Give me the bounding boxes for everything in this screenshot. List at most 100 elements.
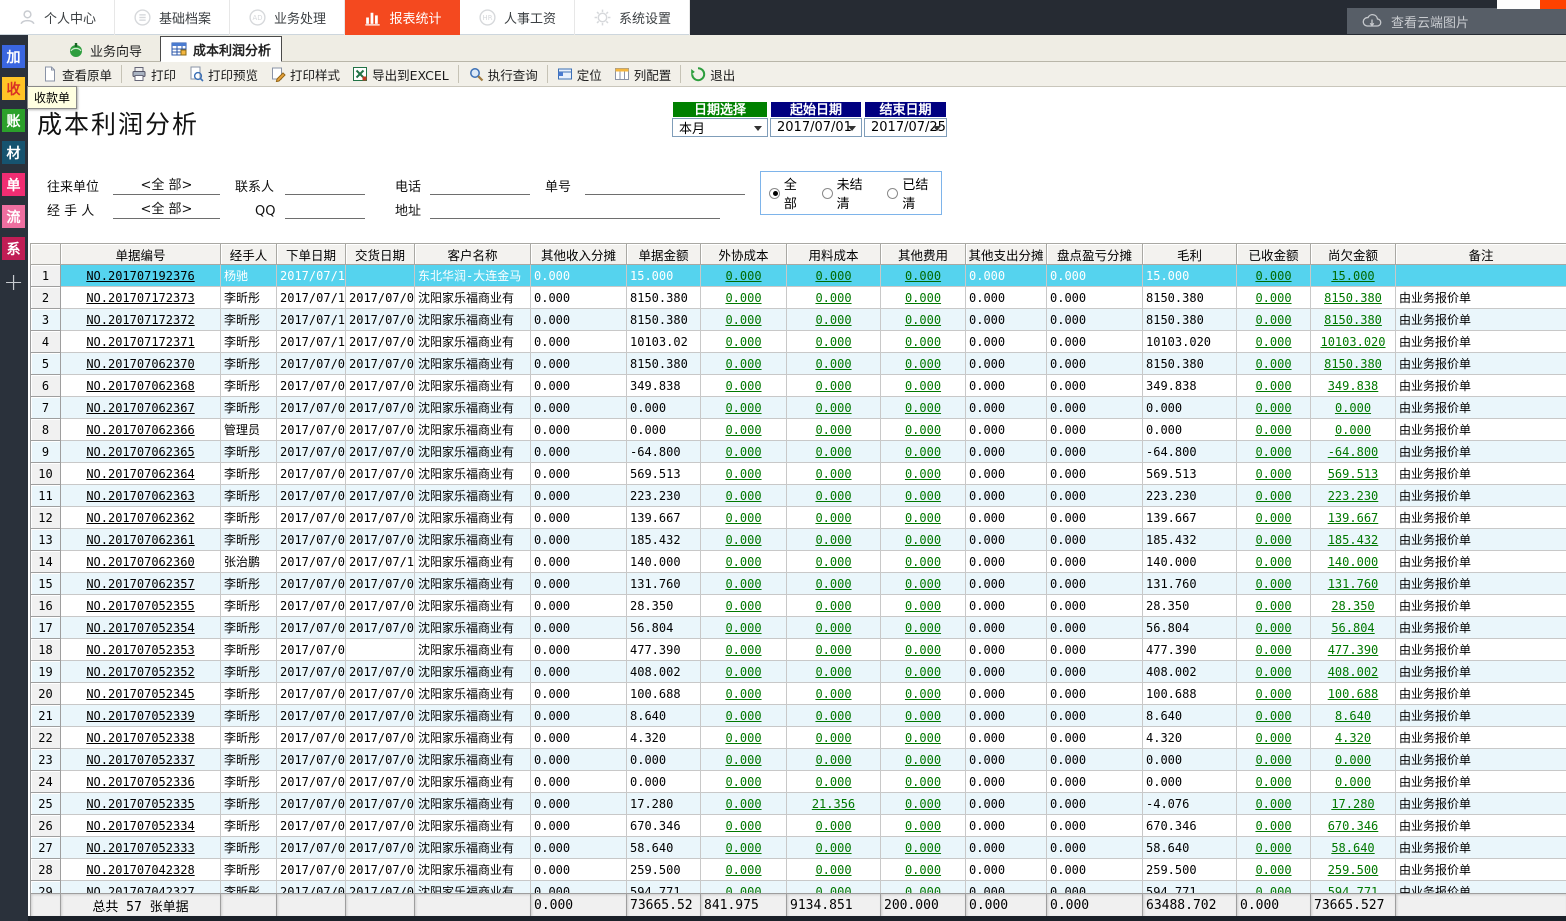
amount-link[interactable]: 0.000	[787, 375, 881, 397]
amount-link[interactable]: 0.000	[1311, 397, 1396, 419]
amount-link[interactable]: 0.000	[787, 727, 881, 749]
toolbar-button-打印预览[interactable]: 打印预览	[182, 63, 264, 85]
sidebar-shortcut-流[interactable]: 流	[2, 205, 25, 228]
table-row[interactable]: 13NO.201707062361李昕彤2017/07/02017/07/0沈阳…	[31, 529, 1566, 551]
amount-link[interactable]: 0.000	[1237, 441, 1311, 463]
doc-number-link[interactable]: NO.201707062357	[61, 573, 221, 595]
nav-item-报表统计[interactable]: 报表统计	[345, 0, 460, 35]
amount-link[interactable]: 0.000	[881, 265, 966, 287]
amount-link[interactable]: 0.000	[787, 617, 881, 639]
table-row[interactable]: 9NO.201707062365李昕彤2017/07/02017/07/0沈阳家…	[31, 441, 1566, 463]
doc-number-link[interactable]: NO.201707062366	[61, 419, 221, 441]
col-header-盘点盈亏分摊[interactable]: 盘点盈亏分摊	[1047, 244, 1143, 265]
amount-link[interactable]: 0.000	[881, 705, 966, 727]
amount-link[interactable]: 0.000	[787, 881, 881, 894]
amount-link[interactable]: 0.000	[701, 419, 787, 441]
amount-link[interactable]: 0.000	[701, 727, 787, 749]
filter-input-地址[interactable]	[430, 200, 720, 219]
table-row[interactable]: 24NO.201707052336李昕彤2017/07/02017/07/0沈阳…	[31, 771, 1566, 793]
amount-link[interactable]: 0.000	[787, 419, 881, 441]
amount-link[interactable]: 0.000	[881, 353, 966, 375]
amount-link[interactable]: 28.350	[1311, 595, 1396, 617]
amount-link[interactable]: 0.000	[881, 859, 966, 881]
amount-link[interactable]: 0.000	[881, 309, 966, 331]
amount-link[interactable]: 56.804	[1311, 617, 1396, 639]
amount-link[interactable]: 0.000	[787, 837, 881, 859]
doc-number-link[interactable]: NO.201707052354	[61, 617, 221, 639]
amount-link[interactable]: 0.000	[1237, 529, 1311, 551]
table-row[interactable]: 16NO.201707052355李昕彤2017/07/02017/07/0沈阳…	[31, 595, 1566, 617]
amount-link[interactable]: 0.000	[701, 507, 787, 529]
amount-link[interactable]: 0.000	[701, 485, 787, 507]
amount-link[interactable]: 0.000	[881, 463, 966, 485]
doc-number-link[interactable]: NO.201707052333	[61, 837, 221, 859]
amount-link[interactable]: 0.000	[701, 463, 787, 485]
view-cloud-images-button[interactable]: 查看云端图片	[1347, 8, 1566, 34]
filter-input-往来单位[interactable]: <全 部>	[113, 176, 220, 195]
col-header-外协成本[interactable]: 外协成本	[701, 244, 787, 265]
amount-link[interactable]: 0.000	[881, 529, 966, 551]
doc-number-link[interactable]: NO.201707062362	[61, 507, 221, 529]
amount-link[interactable]: 0.000	[1237, 485, 1311, 507]
amount-link[interactable]: 8150.380	[1311, 353, 1396, 375]
doc-number-link[interactable]: NO.201707192376	[61, 265, 221, 287]
amount-link[interactable]: 0.000	[1237, 287, 1311, 309]
table-row[interactable]: 29NO.201707042327李昕彤2017/07/02017/07/0沈阳…	[31, 881, 1566, 894]
amount-link[interactable]: 0.000	[701, 331, 787, 353]
amount-link[interactable]: 0.000	[787, 683, 881, 705]
toolbar-button-打印[interactable]: 打印	[125, 63, 182, 85]
amount-link[interactable]: 0.000	[701, 837, 787, 859]
corner-red-badge[interactable]	[1540, 0, 1566, 9]
amount-link[interactable]: 0.000	[1237, 881, 1311, 894]
table-row[interactable]: 10NO.201707062364李昕彤2017/07/02017/07/0沈阳…	[31, 463, 1566, 485]
toolbar-button-导出到EXCEL[interactable]: 导出到EXCEL	[346, 63, 455, 85]
amount-link[interactable]: 0.000	[787, 397, 881, 419]
amount-link[interactable]: 0.000	[787, 463, 881, 485]
col-header-用料成本[interactable]: 用料成本	[787, 244, 881, 265]
nav-item-人事工资[interactable]: HR 人事工资	[460, 0, 575, 35]
toolbar-button-列配置[interactable]: 列配置	[608, 63, 678, 85]
amount-link[interactable]: 259.500	[1311, 859, 1396, 881]
doc-number-link[interactable]: NO.201707052338	[61, 727, 221, 749]
amount-link[interactable]: 0.000	[701, 881, 787, 894]
col-header-rownum[interactable]	[31, 244, 61, 265]
toolbar-button-查看原单[interactable]: 查看原单	[36, 63, 118, 85]
amount-link[interactable]: 0.000	[1237, 815, 1311, 837]
amount-link[interactable]: 0.000	[881, 683, 966, 705]
amount-link[interactable]: 0.000	[701, 749, 787, 771]
col-header-毛利[interactable]: 毛利	[1143, 244, 1237, 265]
table-row[interactable]: 14NO.201707062360张治鹏2017/07/02017/07/1沈阳…	[31, 551, 1566, 573]
table-row[interactable]: 21NO.201707052339李昕彤2017/07/02017/07/0沈阳…	[31, 705, 1566, 727]
amount-link[interactable]: 0.000	[881, 507, 966, 529]
amount-link[interactable]: 0.000	[701, 441, 787, 463]
amount-link[interactable]: 8.640	[1311, 705, 1396, 727]
amount-link[interactable]: 0.000	[881, 573, 966, 595]
toolbar-button-定位[interactable]: 定位	[551, 63, 608, 85]
doc-number-link[interactable]: NO.201707062368	[61, 375, 221, 397]
amount-link[interactable]: 21.356	[787, 793, 881, 815]
amount-link[interactable]: 0.000	[701, 705, 787, 727]
amount-link[interactable]: 0.000	[701, 815, 787, 837]
doc-number-link[interactable]: NO.201707052345	[61, 683, 221, 705]
amount-link[interactable]: 0.000	[1237, 727, 1311, 749]
doc-number-link[interactable]: NO.201707062370	[61, 353, 221, 375]
amount-link[interactable]: 58.640	[1311, 837, 1396, 859]
table-row[interactable]: 17NO.201707052354李昕彤2017/07/02017/07/0沈阳…	[31, 617, 1566, 639]
amount-link[interactable]: 0.000	[1237, 859, 1311, 881]
amount-link[interactable]: 0.000	[701, 859, 787, 881]
amount-link[interactable]: 8150.380	[1311, 287, 1396, 309]
status-radio-未结清[interactable]: 未结清	[822, 174, 876, 212]
amount-link[interactable]: 594.771	[1311, 881, 1396, 894]
amount-link[interactable]: 0.000	[1237, 639, 1311, 661]
amount-link[interactable]: 0.000	[1237, 463, 1311, 485]
doc-number-link[interactable]: NO.201707062364	[61, 463, 221, 485]
table-row[interactable]: 8NO.201707062366管理员2017/07/02017/07/0沈阳家…	[31, 419, 1566, 441]
amount-link[interactable]: 0.000	[881, 771, 966, 793]
amount-link[interactable]: 0.000	[787, 353, 881, 375]
amount-link[interactable]: 0.000	[881, 881, 966, 894]
amount-link[interactable]: 477.390	[1311, 639, 1396, 661]
amount-link[interactable]: 0.000	[701, 595, 787, 617]
amount-link[interactable]: 0.000	[701, 771, 787, 793]
doc-number-link[interactable]: NO.201707062365	[61, 441, 221, 463]
sidebar-shortcut-加[interactable]: 加	[2, 45, 25, 68]
